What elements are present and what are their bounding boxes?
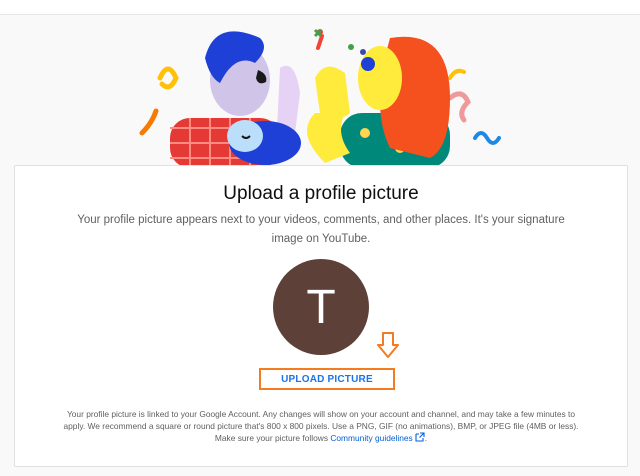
upload-dialog: Upload a profile picture Your profile pi…	[14, 165, 628, 467]
welcome-illustration	[139, 28, 501, 168]
footnote-line-2: apply. We recommend a square or round pi…	[63, 421, 579, 431]
footnote-line-3: Make sure your picture follows Community…	[31, 432, 611, 444]
top-bar	[0, 0, 640, 15]
avatar-letter: T	[306, 280, 336, 334]
upload-picture-label: UPLOAD PICTURE	[281, 373, 373, 385]
dialog-title: Upload a profile picture	[223, 183, 419, 204]
avatar: T	[273, 259, 369, 355]
dialog-subtitle: Your profile picture appears next to you…	[77, 214, 565, 245]
community-guidelines-label: Community guidelines	[330, 433, 413, 443]
footnote: Your profile picture is linked to your G…	[31, 408, 611, 444]
footnote-line-1: Your profile picture is linked to your G…	[66, 409, 576, 419]
external-link-icon	[415, 432, 425, 442]
arrow-down-icon	[377, 332, 399, 358]
footnote-suffix: .	[424, 433, 428, 443]
upload-picture-button[interactable]: UPLOAD PICTURE	[259, 368, 395, 390]
footnote-prefix: Make sure your picture follows	[214, 433, 329, 443]
community-guidelines-link[interactable]: Community guidelines	[330, 432, 425, 443]
